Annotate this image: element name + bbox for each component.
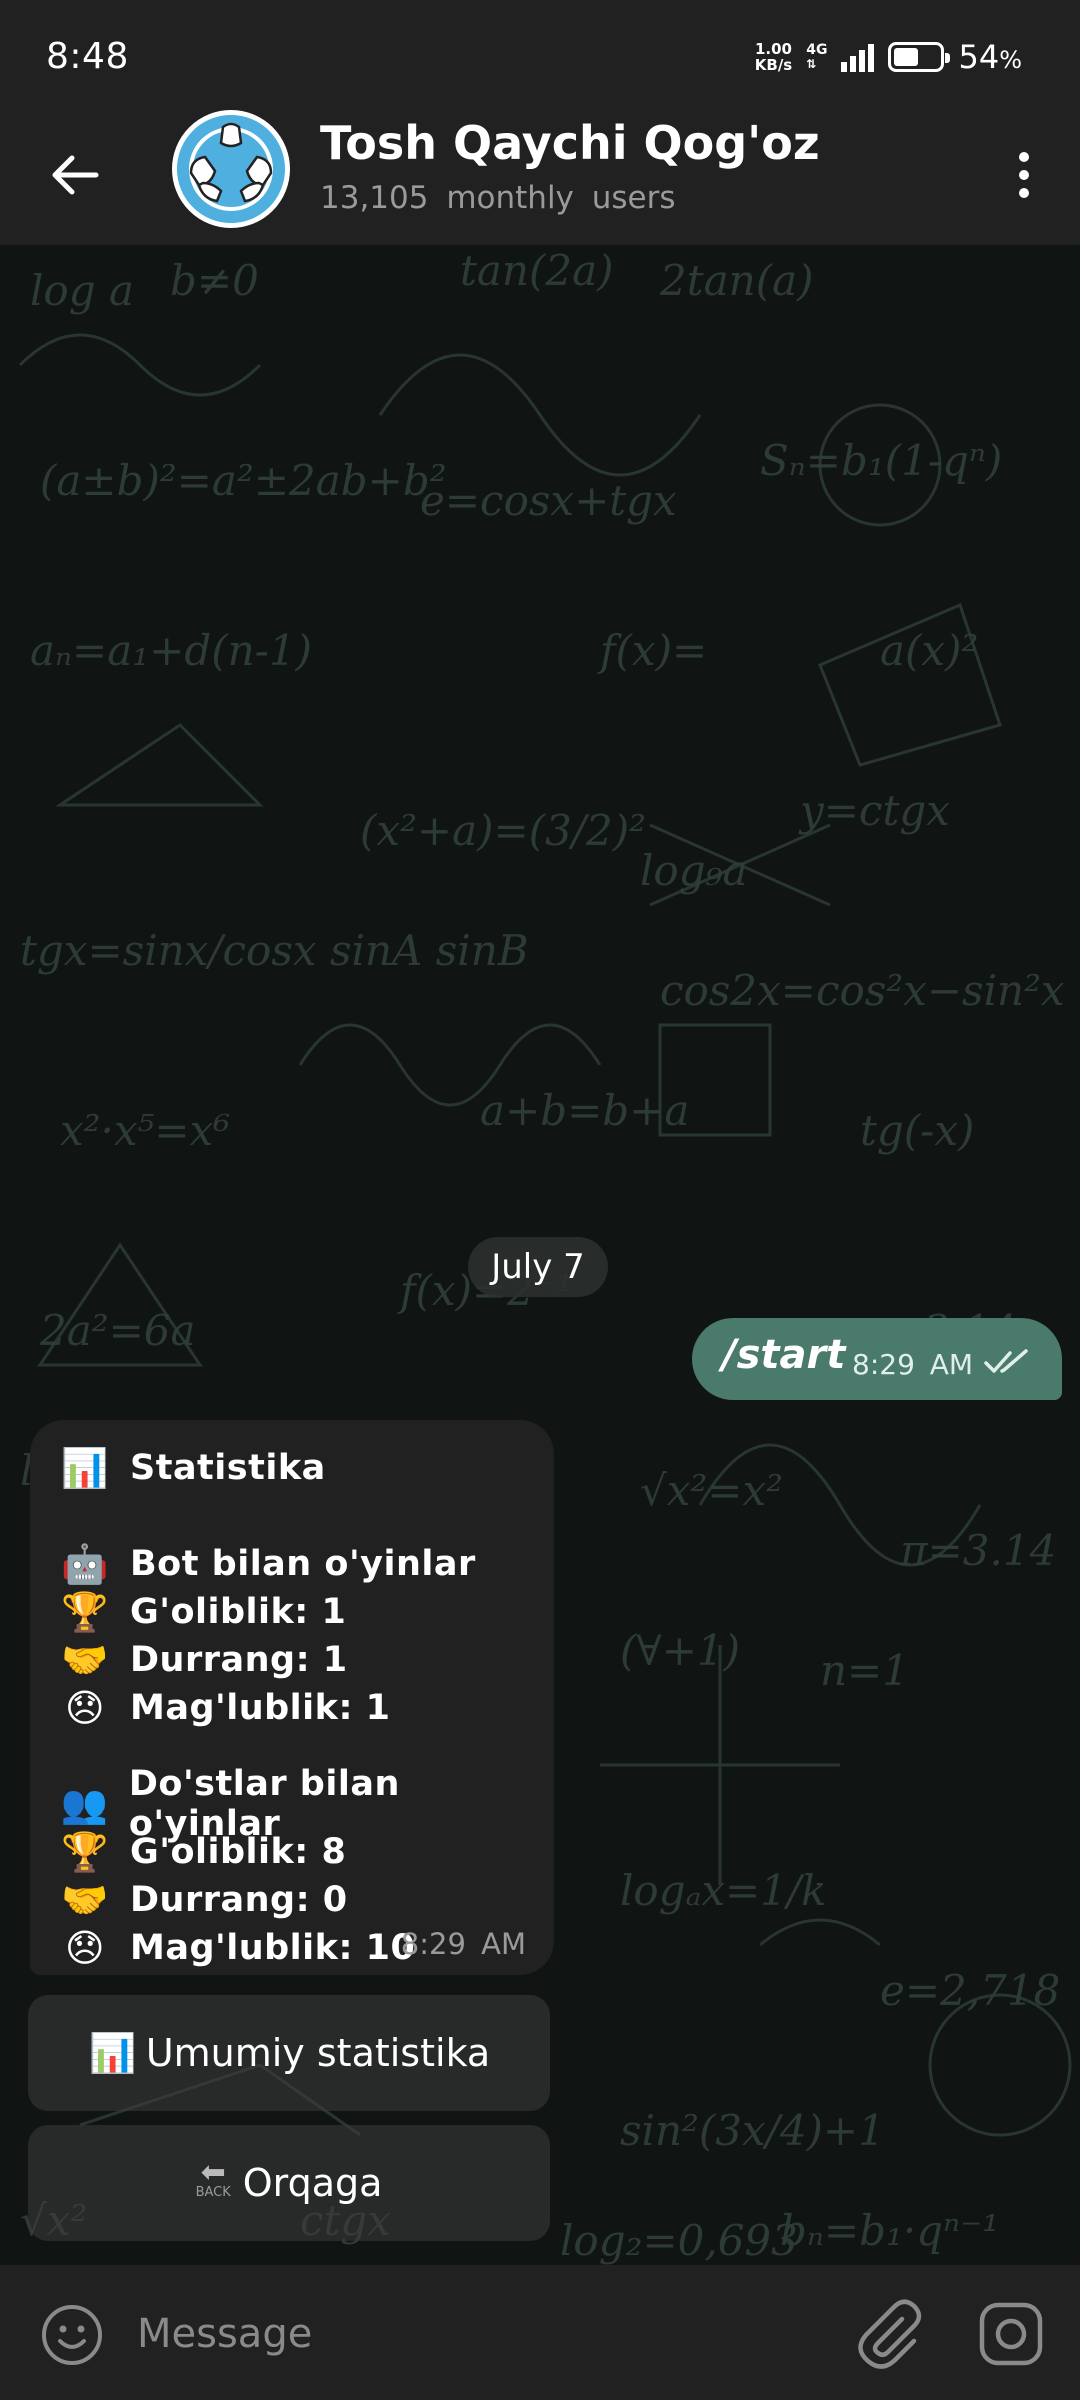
disappointed-face-icon: 😞 [64, 1686, 106, 1730]
rock-paper-scissors-logo [177, 115, 285, 223]
svg-text:√x²=x²: √x²=x² [640, 1466, 783, 1515]
svg-text:log₉a: log₉a [640, 846, 747, 895]
disappointed-face-icon: 😞 [64, 1926, 106, 1970]
svg-text:aₙ=a₁+d(n-1): aₙ=a₁+d(n-1) [30, 626, 312, 675]
handshake-icon: 🤝 [61, 1637, 109, 1682]
svg-text:tg(-x): tg(-x) [860, 1106, 974, 1155]
paperclip-icon[interactable] [852, 2297, 924, 2369]
bot-losses-line: 😞 Mag'lublik: 1 [60, 1684, 391, 1732]
message-time: 8:29 AM [400, 1927, 526, 1961]
friends-losses-line: 😞 Mag'lublik: 10 [60, 1924, 415, 1972]
users-icon: 👥 [60, 1781, 109, 1826]
svg-text:tan(2a): tan(2a) [460, 246, 614, 295]
svg-text:2a²=6a: 2a²=6a [39, 1306, 196, 1355]
message-input-bar [0, 2265, 1080, 2400]
svg-text:e=cosx+tgx: e=cosx+tgx [420, 476, 677, 525]
bot-draws-line: 🤝 Durrang: 1 [61, 1637, 348, 1682]
svg-text:sinA sinB: sinA sinB [330, 926, 529, 975]
stats-title-line: 📊 Statistika [61, 1445, 326, 1490]
svg-text:log₂=0,693: log₂=0,693 [560, 2216, 798, 2265]
svg-text:π=3.14: π=3.14 [899, 1526, 1056, 1575]
more-options-button[interactable] [994, 140, 1054, 210]
friends-draws-line: 🤝 Durrang: 0 [61, 1877, 348, 1922]
status-bar: 8:48 1.00 KB/s 4G ⇅ 54% [0, 0, 1080, 110]
svg-text:logₐx=1/k: logₐx=1/k [620, 1866, 827, 1915]
svg-text:b≠0: b≠0 [170, 256, 259, 305]
message-text: /start [722, 1332, 846, 1378]
svg-text:(∀+1): (∀+1) [620, 1626, 740, 1675]
svg-text:cos2x=cos²x−sin²x: cos2x=cos²x−sin²x [660, 966, 1065, 1015]
message-time: 8:29 AM [852, 1348, 974, 1381]
network-type: 4G ⇅ [806, 42, 828, 71]
incoming-message[interactable]: 📊 Statistika 🤖 Bot bilan o'yinlar 🏆 G'ol… [30, 1420, 554, 1975]
robot-icon: 🤖 [61, 1541, 109, 1586]
status-indicators: 1.00 KB/s 4G ⇅ 54% [755, 38, 1022, 76]
bar-chart-icon: 📊 [61, 1445, 109, 1490]
bot-games-line: 🤖 Bot bilan o'yinlar [61, 1541, 476, 1586]
trophy-icon: 🏆 [61, 1829, 109, 1874]
status-time: 8:48 [46, 36, 129, 77]
svg-text:y=ctgx: y=ctgx [798, 786, 950, 835]
chat-area[interactable]: log a b≠0 tan(2a) 2tan(a) (a±b)²=a²±2ab+b² e… [0, 245, 1080, 2265]
message-input[interactable] [135, 2301, 839, 2367]
chat-avatar[interactable] [172, 110, 290, 228]
svg-text:e=2,718: e=2,718 [880, 1966, 1060, 2015]
battery-percent: 54% [958, 38, 1022, 76]
camera-icon[interactable] [978, 2301, 1044, 2367]
chat-header: Tosh Qaychi Qog'oz 13,105 monthly users [0, 110, 1080, 245]
back-menu-button[interactable]: ⬅ BACK Orqaga [28, 2125, 550, 2241]
trophy-icon: 🏆 [61, 1589, 109, 1634]
svg-text:sin²(3x/4)+1: sin²(3x/4)+1 [620, 2106, 885, 2155]
svg-text:log a: log a [30, 266, 134, 315]
handshake-icon: 🤝 [61, 1877, 109, 1922]
total-stats-button[interactable]: 📊 Umumiy statistika [28, 1995, 550, 2111]
svg-text:(a±b)²=a²±2ab+b²: (a±b)²=a²±2ab+b² [40, 456, 447, 505]
signal-icon [841, 42, 875, 72]
svg-text:tgx=sinx/cosx: tgx=sinx/cosx [20, 926, 317, 975]
friends-games-line: 👥 Do'stlar bilan o'yinlar [60, 1764, 400, 1844]
chat-subtitle: 13,105 monthly users [320, 180, 676, 216]
svg-text:bₙ=b₁·qⁿ⁻¹: bₙ=b₁·qⁿ⁻¹ [780, 2206, 999, 2255]
smile-icon[interactable] [40, 2303, 104, 2367]
battery-icon [888, 42, 951, 72]
double-check-icon [984, 1349, 1028, 1373]
svg-text:Sₙ=b₁(1-qⁿ): Sₙ=b₁(1-qⁿ) [760, 436, 1002, 485]
svg-text:(x²+a)=(3/2)²: (x²+a)=(3/2)² [360, 806, 646, 855]
more-vert-icon [1019, 152, 1029, 162]
outgoing-message[interactable]: /start 8:29 AM [692, 1318, 1062, 1400]
svg-text:a+b=b+a: a+b=b+a [480, 1086, 689, 1135]
chat-title[interactable]: Tosh Qaychi Qog'oz [320, 116, 820, 170]
arrow-left-icon [52, 155, 99, 195]
back-button[interactable] [40, 140, 110, 210]
bar-chart-icon: 📊 [89, 2030, 137, 2075]
friends-wins-line: 🏆 G'oliblik: 8 [61, 1829, 347, 1874]
svg-text:x²·x⁵=x⁶: x²·x⁵=x⁶ [60, 1106, 230, 1155]
svg-text:f(x)=: f(x)= [597, 626, 707, 675]
svg-text:n=1: n=1 [820, 1646, 909, 1695]
date-separator: July 7 [468, 1237, 608, 1297]
network-speed: 1.00 KB/s [754, 40, 793, 74]
bot-wins-line: 🏆 G'oliblik: 1 [61, 1589, 347, 1634]
svg-text:2tan(a): 2tan(a) [659, 256, 814, 305]
back-arrow-icon: ⬅ BACK [195, 2155, 231, 2201]
svg-text:a(x)²: a(x)² [880, 626, 978, 675]
